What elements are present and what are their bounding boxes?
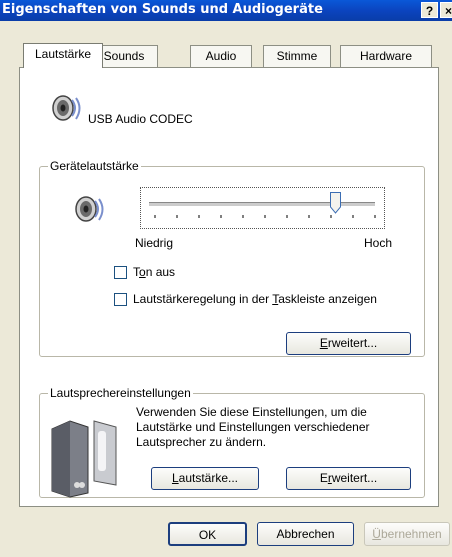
speaker-group-label: Lautsprechereinstellungen <box>48 386 193 400</box>
title-bar: Eigenschaften von Sounds und Audiogeräte… <box>0 0 452 21</box>
close-button[interactable]: × <box>440 2 452 18</box>
cancel-button[interactable]: Abbrechen <box>257 522 354 546</box>
slider-high-label: Hoch <box>364 236 393 250</box>
mute-label: Ton aus <box>133 265 176 279</box>
speaker-volume-button[interactable]: Lautstärke... <box>151 467 259 490</box>
tab-lautstaerke[interactable]: Lautstärke <box>23 43 103 68</box>
help-button[interactable]: ? <box>421 2 438 18</box>
slider-thumb[interactable] <box>329 192 341 214</box>
device-name: USB Audio CODEC <box>88 112 193 126</box>
taskbar-label: Lautstärkeregelung in der Taskleiste anz… <box>133 292 377 306</box>
tab-panel: USB Audio CODEC Gerätelautstärke Niedrig… <box>19 67 439 507</box>
taskbar-checkbox[interactable] <box>114 293 127 306</box>
volume-slider[interactable] <box>140 187 385 229</box>
speaker-desc-line1: Verwenden Sie diese Einstellungen, um di… <box>136 405 367 419</box>
advanced-button[interactable]: Erweitert... <box>286 332 411 355</box>
tab-audio[interactable]: Audio <box>190 45 252 67</box>
tab-hardware[interactable]: Hardware <box>340 45 432 67</box>
volume-group-label: Gerätelautstärke <box>48 159 141 173</box>
apply-button[interactable]: Übernehmen <box>364 522 450 546</box>
speaker-advanced-button[interactable]: Erweitert... <box>286 467 411 490</box>
speaker-icon <box>52 95 81 121</box>
volume-speaker-icon <box>75 196 104 222</box>
speaker-desc-line3: Lautsprecher zu ändern. <box>136 435 267 449</box>
speaker-desc-line2: Lautstärke und Einstellungen verschieden… <box>136 420 370 434</box>
window-title: Eigenschaften von Sounds und Audiogeräte <box>2 2 323 17</box>
mute-checkbox[interactable] <box>114 266 127 279</box>
tab-stimme[interactable]: Stimme <box>263 45 331 67</box>
slider-low-label: Niedrig <box>135 236 174 250</box>
ok-button[interactable]: OK <box>168 522 247 546</box>
speakers-icon <box>51 420 117 498</box>
slider-ticks <box>154 215 376 218</box>
